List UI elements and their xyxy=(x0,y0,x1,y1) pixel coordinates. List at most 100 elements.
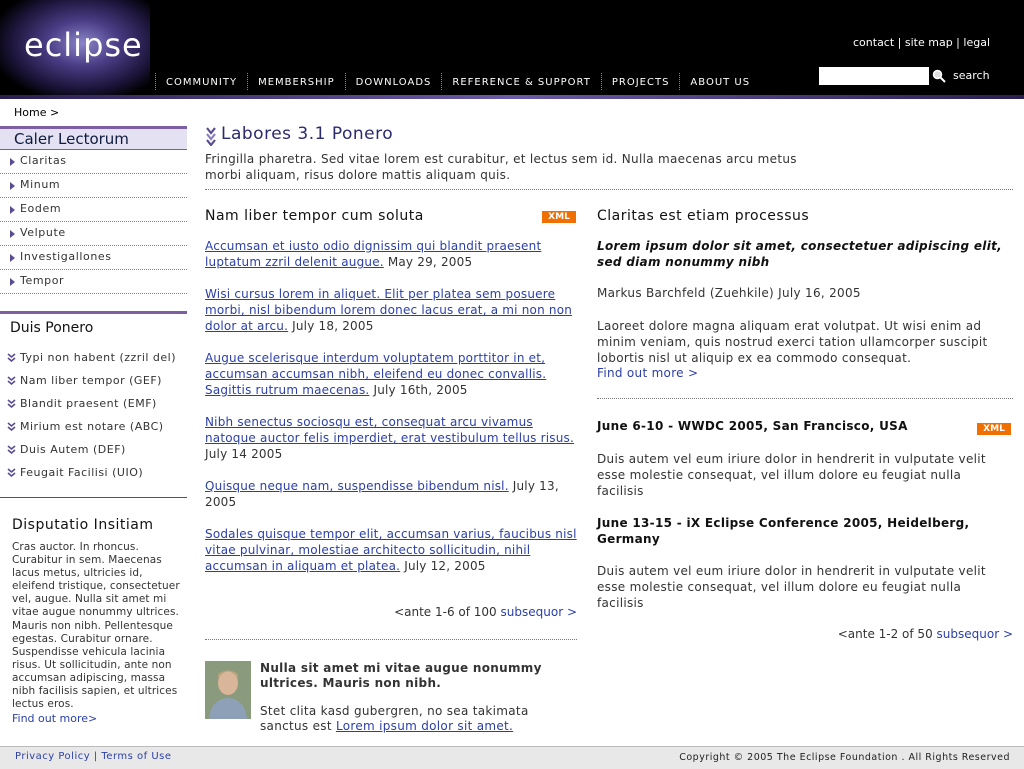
sidebar-item-minum[interactable]: Minum xyxy=(0,174,187,198)
pager-text[interactable]: <ante 1-6 of 100 xyxy=(394,605,500,619)
feature-author: Markus Barchfeld (Zuehkile) July 16, 200… xyxy=(597,286,861,300)
news-column-title: Nam liber tempor cum soluta xyxy=(205,208,424,224)
sidebar-project-item[interactable]: Mirium est notare (ABC) xyxy=(0,415,187,438)
news-date: July 18, 2005 xyxy=(288,319,374,333)
sidebar-section-projects: Duis Ponero Typi non habent (zzril del) … xyxy=(0,311,187,484)
left-sidebar: Caler Lectorum Claritas Minum Eodem Velp… xyxy=(0,126,187,725)
news-item: Augue scelerisque interdum voluptatem po… xyxy=(205,350,577,398)
arrow-right-icon xyxy=(10,182,15,190)
sidebar-item-investigallones[interactable]: Investigallones xyxy=(0,246,187,270)
news-list: Accumsan et iusto odio dignissim qui bla… xyxy=(205,238,577,590)
site-footer: Privacy Policy | Terms of Use Copyright … xyxy=(0,746,1024,769)
sidebar-blurb: Cras auctor. In rhoncus. Curabitur in se… xyxy=(12,541,180,711)
profile-link[interactable]: Lorem ipsum dolor sit amet. xyxy=(336,719,513,733)
sidebar-item-claritas[interactable]: Claritas xyxy=(0,150,187,174)
news-link[interactable]: Nibh senectus sociosqu est, consequat ar… xyxy=(205,415,574,445)
sidebar-project-item[interactable]: Nam liber tempor (GEF) xyxy=(0,369,187,392)
search-label[interactable]: search xyxy=(953,69,990,82)
sidebar-section-disputatio: Disputatio Insitiam Cras auctor. In rhon… xyxy=(0,497,187,725)
chevron-down-icon xyxy=(7,376,16,385)
news-column: Nam liber tempor cum soluta XML Accumsan… xyxy=(205,208,577,733)
privacy-policy-link[interactable]: Privacy Policy xyxy=(15,751,90,762)
site-header: eclipse contact | site map | legal COMMU… xyxy=(0,0,1024,96)
find-out-more-link[interactable]: Find out more > xyxy=(597,366,698,380)
arrow-right-icon xyxy=(10,206,15,214)
page-title: Labores 3.1 Ponero xyxy=(221,124,394,144)
feature-column: Claritas est etiam processus Lorem ipsum… xyxy=(597,208,1013,641)
breadcrumb[interactable]: Home > xyxy=(14,106,59,119)
news-item: Sodales quisque tempor elit, accumsan va… xyxy=(205,526,577,574)
profile-photo xyxy=(205,661,251,719)
site-map-link[interactable]: site map xyxy=(905,36,953,49)
event-title: June 6-10 - WWDC 2005, San Francisco, US… xyxy=(597,419,908,433)
divider xyxy=(205,189,1013,190)
nav-projects[interactable]: PROJECTS xyxy=(600,73,680,90)
news-link[interactable]: Sodales quisque tempor elit, accumsan va… xyxy=(205,527,577,573)
sidebar-project-item[interactable]: Feugait Facilisi (UIO) xyxy=(0,461,187,484)
xml-feed-badge[interactable]: XML xyxy=(542,211,576,223)
search-icon[interactable] xyxy=(932,69,946,83)
divider xyxy=(597,398,1013,399)
profile-quote: Nulla sit amet mi vitae augue nonummy ul… xyxy=(260,661,542,690)
chevron-down-icon xyxy=(206,127,216,146)
news-link[interactable]: Accumsan et iusto odio dignissim qui bla… xyxy=(205,239,541,269)
terms-of-use-link[interactable]: Terms of Use xyxy=(101,751,171,762)
next-page-link[interactable]: subsequor > xyxy=(501,605,577,619)
chevron-down-icon xyxy=(7,353,16,362)
page-intro: Fringilla pharetra. Sed vitae lorem est … xyxy=(205,152,797,182)
contact-link[interactable]: contact xyxy=(853,36,894,49)
event-body: Duis autem vel eum iriure dolor in hendr… xyxy=(597,564,986,610)
feature-column-title: Claritas est etiam processus xyxy=(597,208,810,224)
nav-downloads[interactable]: DOWNLOADS xyxy=(344,73,442,90)
divider xyxy=(205,639,577,640)
news-pager: <ante 1-6 of 100 subsequor > xyxy=(394,605,577,619)
utility-links: contact | site map | legal xyxy=(853,36,990,49)
news-item: Accumsan et iusto odio dignissim qui bla… xyxy=(205,238,577,270)
chevron-down-icon xyxy=(7,422,16,431)
news-date: July 14 2005 xyxy=(205,447,283,461)
event-body: Duis autem vel eum iriure dolor in hendr… xyxy=(597,452,986,498)
events-pager: <ante 1-2 of 50 subsequor > xyxy=(838,627,1013,641)
news-date: May 29, 2005 xyxy=(383,255,473,269)
chevron-down-icon xyxy=(7,399,16,408)
legal-link[interactable]: legal xyxy=(963,36,990,49)
nav-community[interactable]: COMMUNITY xyxy=(155,73,247,90)
news-link[interactable]: Quisque neque nam, suspendisse bibendum … xyxy=(205,479,509,493)
profile-text: Stet clita kasd gubergren, no sea takima… xyxy=(260,704,529,733)
search-input[interactable] xyxy=(819,67,929,85)
main-nav: COMMUNITY MEMBERSHIP DOWNLOADS REFERENCE… xyxy=(155,73,760,90)
news-item: Quisque neque nam, suspendisse bibendum … xyxy=(205,478,577,510)
news-date: July 16th, 2005 xyxy=(369,383,468,397)
sidebar-project-item[interactable]: Duis Autem (DEF) xyxy=(0,438,187,461)
event-title: June 13-15 - iX Eclipse Conference 2005,… xyxy=(597,516,970,546)
arrow-right-icon xyxy=(10,254,15,262)
find-out-more-link[interactable]: Find out more> xyxy=(0,712,187,725)
sidebar-project-item[interactable]: Typi non habent (zzril del) xyxy=(0,346,187,369)
news-date: July 12, 2005 xyxy=(400,559,486,573)
arrow-right-icon xyxy=(10,278,15,286)
footer-links: Privacy Policy | Terms of Use xyxy=(15,751,172,762)
next-page-link[interactable]: subsequor > xyxy=(937,627,1013,641)
nav-membership[interactable]: MEMBERSHIP xyxy=(247,73,345,90)
news-item: Nibh senectus sociosqu est, consequat ar… xyxy=(205,414,577,462)
chevron-down-icon xyxy=(7,468,16,477)
sidebar-item-eodem[interactable]: Eodem xyxy=(0,198,187,222)
news-link[interactable]: Wisi cursus lorem in aliquet. Elit per p… xyxy=(205,287,572,333)
person-photo-icon xyxy=(205,661,251,719)
chevron-down-icon xyxy=(7,445,16,454)
pager-text[interactable]: <ante 1-2 of 50 xyxy=(838,627,937,641)
sidebar-item-tempor[interactable]: Tempor xyxy=(0,270,187,294)
feature-body: Laoreet dolore magna aliquam erat volutp… xyxy=(597,319,988,365)
feature-lead: Lorem ipsum dolor sit amet, consectetuer… xyxy=(597,239,1002,269)
sidebar-item-velpute[interactable]: Velpute xyxy=(0,222,187,246)
arrow-right-icon xyxy=(10,230,15,238)
eclipse-logo[interactable]: eclipse xyxy=(24,26,143,64)
sidebar-project-item[interactable]: Blandit praesent (EMF) xyxy=(0,392,187,415)
header-divider xyxy=(0,95,1024,99)
nav-about-us[interactable]: ABOUT US xyxy=(679,73,760,90)
sidebar-section-title: Duis Ponero xyxy=(10,320,94,336)
sidebar-section-title: Caler Lectorum xyxy=(0,126,187,150)
nav-reference-support[interactable]: REFERENCE & SUPPORT xyxy=(441,73,600,90)
sidebar-section-title: Disputatio Insitiam xyxy=(12,517,154,533)
xml-feed-badge[interactable]: XML xyxy=(977,423,1011,435)
